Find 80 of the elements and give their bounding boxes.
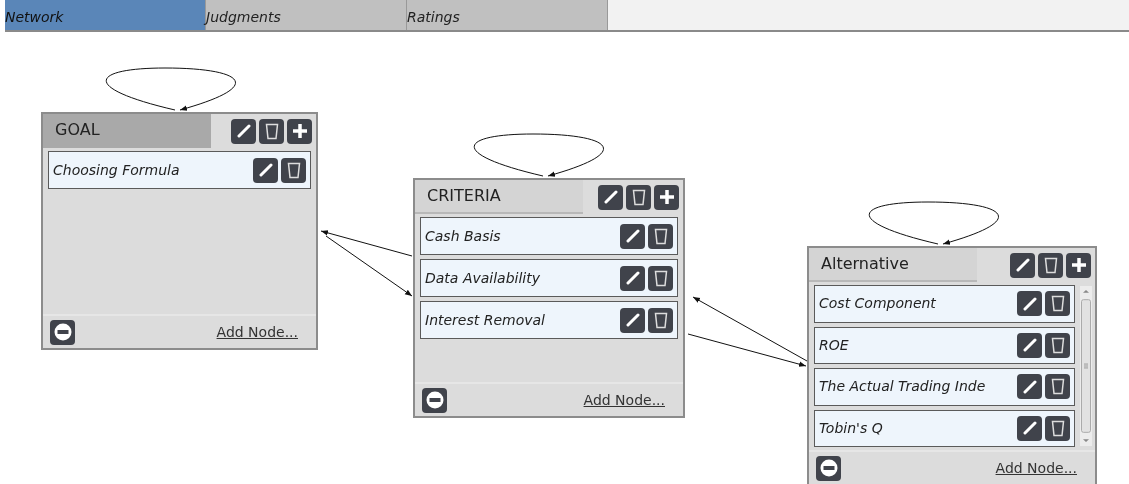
node-label: The Actual Trading Inde <box>819 377 987 397</box>
node-label: Choosing Formula <box>53 160 181 180</box>
pencil-icon <box>1022 296 1037 311</box>
cluster-title[interactable]: GOAL <box>43 114 211 148</box>
node-label: Data Availability <box>425 268 541 288</box>
collapse-button[interactable] <box>422 387 447 413</box>
node-label: Interest Removal <box>425 310 546 330</box>
node-item[interactable]: Interest Removal <box>420 301 678 339</box>
add-button[interactable] <box>1066 252 1091 278</box>
add-button[interactable] <box>654 184 679 210</box>
trash-icon <box>1050 336 1065 354</box>
node-item[interactable]: Cash Basis <box>420 217 678 255</box>
plus-icon <box>291 123 308 139</box>
pencil-icon <box>625 271 640 285</box>
trash-icon <box>631 188 646 206</box>
node-label: Cost Component <box>819 294 937 314</box>
node-label: Tobin's Q <box>819 418 884 438</box>
trash-icon <box>653 311 668 329</box>
trash-icon <box>653 269 668 287</box>
edit-button[interactable] <box>620 307 645 333</box>
node-item[interactable]: The Actual Trading Inde <box>814 368 1075 406</box>
trash-icon <box>286 161 301 179</box>
pencil-icon <box>1015 258 1030 272</box>
pencil-icon <box>1022 338 1037 353</box>
collapse-button[interactable] <box>50 319 75 345</box>
edit-button[interactable] <box>620 265 645 291</box>
node-item[interactable]: ROE <box>814 326 1075 364</box>
trash-icon <box>1043 256 1058 274</box>
add-node-link[interactable]: Add Node... <box>995 457 1077 479</box>
delete-button[interactable] <box>1038 252 1063 278</box>
edit-button[interactable] <box>1017 332 1042 358</box>
pencil-icon <box>625 229 640 243</box>
pencil-icon <box>603 190 618 204</box>
trash-icon <box>1050 419 1065 437</box>
add-node-link[interactable]: Add Node... <box>216 321 298 343</box>
delete-button[interactable] <box>1045 332 1070 358</box>
delete-button[interactable] <box>626 184 651 210</box>
tab[interactable]: Ratings <box>407 0 608 30</box>
edit-button[interactable] <box>598 184 623 210</box>
node-item[interactable]: Data Availability <box>420 259 678 297</box>
delete-button[interactable] <box>259 118 284 144</box>
node-label: ROE <box>819 335 850 355</box>
trash-icon <box>1050 295 1065 313</box>
plus-icon <box>1070 257 1087 273</box>
node-label: Cash Basis <box>425 226 502 246</box>
pencil-icon <box>258 163 273 177</box>
trash-icon <box>1050 378 1065 396</box>
cluster-title[interactable]: Alternative <box>809 248 977 282</box>
scrollbar[interactable] <box>1080 286 1092 446</box>
pencil-icon <box>1022 421 1037 436</box>
minus-icon <box>424 390 445 410</box>
delete-button[interactable] <box>1045 291 1070 317</box>
trash-icon <box>653 227 668 245</box>
node-item[interactable]: Cost Component <box>814 285 1075 323</box>
minus-icon <box>52 322 73 342</box>
minus-icon <box>818 458 839 478</box>
edit-button[interactable] <box>1017 374 1042 400</box>
node-item[interactable]: Tobin's Q <box>814 409 1075 447</box>
delete-button[interactable] <box>648 223 673 249</box>
edit-button[interactable] <box>1017 291 1042 317</box>
delete-button[interactable] <box>281 157 306 183</box>
edit-button[interactable] <box>1017 415 1042 441</box>
pencil-icon <box>236 124 251 138</box>
add-button[interactable] <box>287 118 312 144</box>
delete-button[interactable] <box>1045 374 1070 400</box>
edit-button[interactable] <box>620 223 645 249</box>
edit-button[interactable] <box>1010 252 1035 278</box>
plus-icon <box>658 189 675 205</box>
delete-button[interactable] <box>648 307 673 333</box>
collapse-button[interactable] <box>816 455 841 481</box>
edit-button[interactable] <box>253 157 278 183</box>
edit-button[interactable] <box>231 118 256 144</box>
cluster-title[interactable]: CRITERIA <box>415 180 583 214</box>
pencil-icon <box>1022 379 1037 394</box>
add-node-link[interactable]: Add Node... <box>583 389 665 411</box>
pencil-icon <box>625 313 640 327</box>
trash-icon <box>264 122 279 140</box>
node-item[interactable]: Choosing Formula <box>48 151 311 189</box>
delete-button[interactable] <box>648 265 673 291</box>
delete-button[interactable] <box>1045 415 1070 441</box>
